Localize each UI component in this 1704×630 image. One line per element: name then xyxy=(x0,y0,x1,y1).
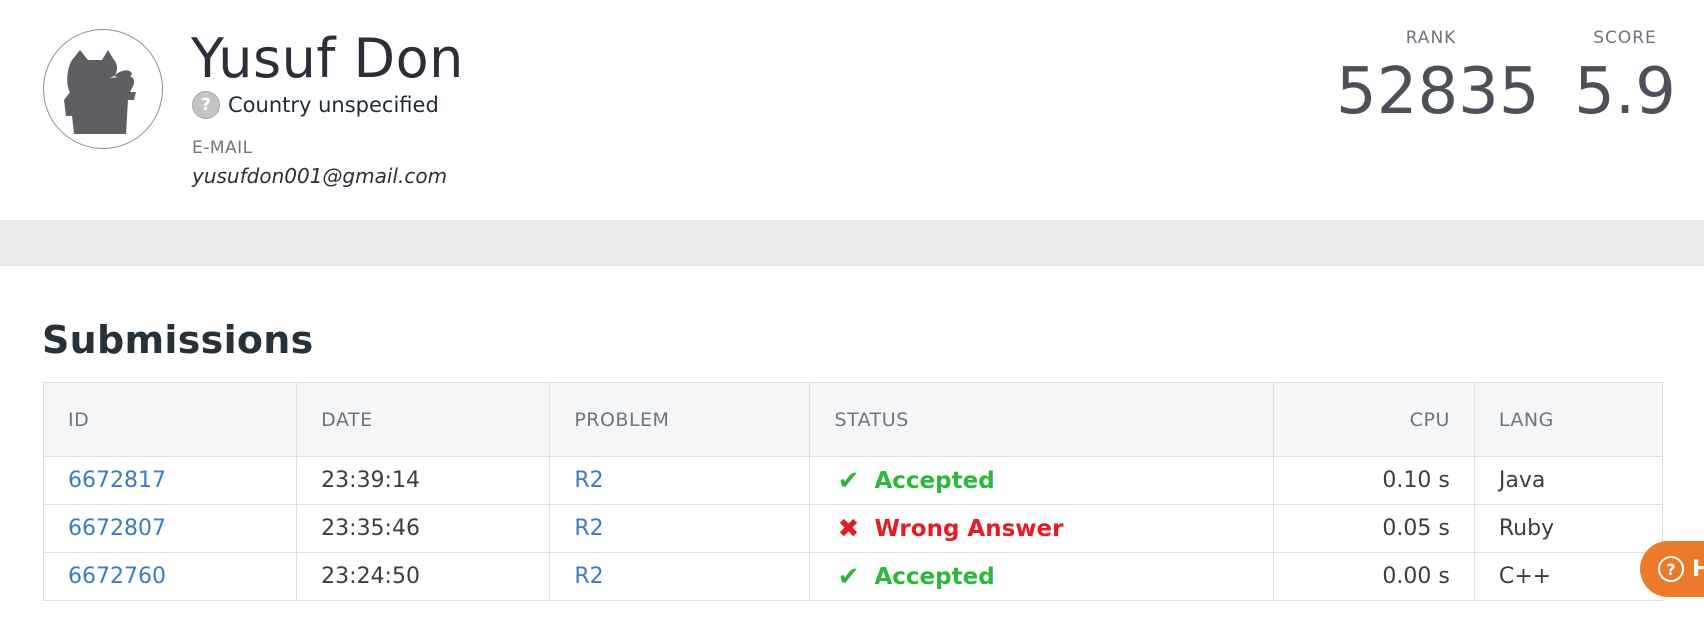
submission-date: 23:35:46 xyxy=(296,504,550,553)
column-header-lang: LANG xyxy=(1473,382,1663,457)
problem-link[interactable]: R2 xyxy=(574,564,603,589)
submission-lang: Ruby xyxy=(1473,504,1663,553)
table-row: 6672817 23:39:14 R2 ✔ Accepted 0.10 s Ja… xyxy=(43,456,1663,505)
submission-status: ✔ Accepted xyxy=(809,552,1274,601)
table-row: 6672807 23:35:46 R2 ✖ Wrong Answer 0.05 … xyxy=(43,504,1663,553)
email-value: yusufdon001@gmail.com xyxy=(192,164,448,188)
check-icon: ✔ xyxy=(837,465,860,496)
table-row: 6672760 23:24:50 R2 ✔ Accepted 0.00 s C+… xyxy=(43,552,1663,601)
rank-stat: RANK 52835 xyxy=(1336,28,1540,132)
help-button[interactable]: ? He xyxy=(1640,541,1704,597)
score-label: SCORE xyxy=(1593,28,1657,48)
user-name: Yusuf Don xyxy=(191,27,464,90)
rank-value: 52835 xyxy=(1336,55,1540,129)
submission-lang: C++ xyxy=(1473,552,1663,601)
rank-label: RANK xyxy=(1405,28,1457,48)
submission-cpu: 0.05 s xyxy=(1272,504,1475,553)
cat-silhouette-icon xyxy=(64,50,136,134)
submission-id-link[interactable]: 6672760 xyxy=(68,564,166,589)
column-header-cpu: CPU xyxy=(1272,382,1475,457)
problem-link[interactable]: R2 xyxy=(574,516,603,541)
submission-id-link[interactable]: 6672807 xyxy=(68,516,166,541)
profile-header: Yusuf Don ? Country unspecified E-MAIL y… xyxy=(0,0,1704,220)
column-header-problem: PROBLEM xyxy=(549,382,810,457)
status-text: Wrong Answer xyxy=(874,515,1064,542)
submission-status: ✔ Accepted xyxy=(809,456,1274,505)
submission-date: 23:24:50 xyxy=(296,552,550,601)
status-text: Accepted xyxy=(874,563,995,590)
profile-page: Yusuf Don ? Country unspecified E-MAIL y… xyxy=(0,0,1704,630)
submission-cpu: 0.00 s xyxy=(1272,552,1475,601)
avatar xyxy=(43,29,163,149)
section-divider xyxy=(0,220,1704,266)
help-label: He xyxy=(1692,556,1704,582)
submission-status: ✖ Wrong Answer xyxy=(809,504,1274,553)
column-header-date: DATE xyxy=(296,382,550,457)
submissions-title: Submissions xyxy=(42,318,314,362)
submission-lang: Java xyxy=(1473,456,1663,505)
problem-link[interactable]: R2 xyxy=(574,468,603,493)
help-circle-icon: ? xyxy=(1658,556,1684,582)
column-header-status: STATUS xyxy=(809,382,1274,457)
table-header-row: ID DATE PROBLEM STATUS CPU LANG xyxy=(43,382,1663,457)
submission-cpu: 0.10 s xyxy=(1272,456,1475,505)
country-label: Country unspecified xyxy=(228,93,439,117)
question-circle-icon: ? xyxy=(192,91,220,119)
status-text: Accepted xyxy=(874,467,995,494)
submission-id-link[interactable]: 6672817 xyxy=(68,468,166,493)
email-heading: E-MAIL xyxy=(192,138,253,158)
submission-date: 23:39:14 xyxy=(296,456,550,505)
cross-icon: ✖ xyxy=(837,513,860,544)
score-value: 5.9 xyxy=(1574,55,1676,129)
country: ? Country unspecified xyxy=(192,89,439,121)
submissions-table: ID DATE PROBLEM STATUS CPU LANG 6672817 … xyxy=(43,382,1663,601)
check-icon: ✔ xyxy=(837,561,860,592)
score-stat: SCORE 5.9 xyxy=(1570,28,1680,132)
column-header-id: ID xyxy=(68,408,90,431)
